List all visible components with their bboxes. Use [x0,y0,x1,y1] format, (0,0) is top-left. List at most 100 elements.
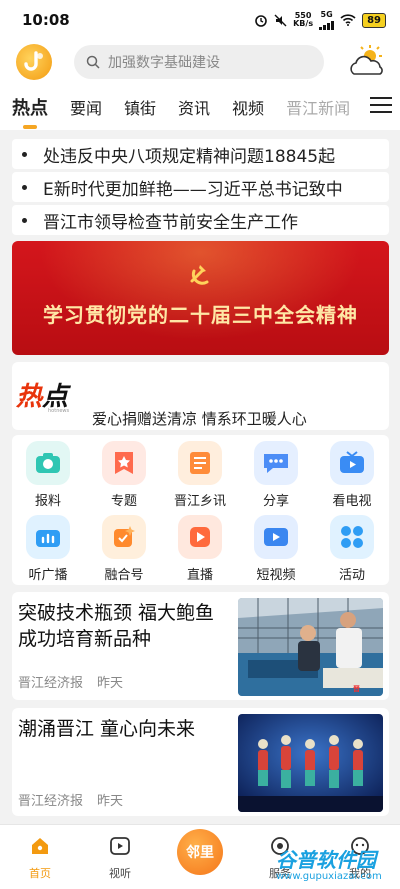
menu-icon[interactable] [370,97,392,117]
tab-hot[interactable]: 热点 [12,94,48,120]
nav-label: 首页 [29,867,51,880]
net-speed-unit: KB/s [293,19,314,28]
tv-icon [330,441,374,485]
grid-item-topics[interactable]: 专题 [94,441,154,509]
play-icon [110,837,130,855]
feature-grid: 报料 专题 晋江乡讯 分享 看电视 听广播 融合号 直播 短视频 活动 [12,435,389,585]
tab-jinjiang-news[interactable]: 晋江新闻 [286,95,350,119]
grid-label: 融合号 [104,568,144,583]
category-tabs: 热点 要闻 镇街 资讯 视频 晋江新闻 [0,84,400,130]
nav-media[interactable]: 视听 [90,835,150,881]
hot-logo-sub: hotnews [48,408,70,414]
mute-icon [274,14,287,26]
star-badge-icon [102,441,146,485]
grid-label: 听广播 [28,568,68,583]
article-card[interactable]: 潮涌晋江 童心向未来 晋江经济报 昨天 [12,708,389,816]
tab-info[interactable]: 资讯 [178,95,210,119]
ticker-text: 处违反中央八项规定精神问题18845起 [43,146,336,167]
grid-label: 活动 [338,568,365,583]
wifi-icon [340,14,356,26]
ticker-item[interactable]: 晋江市领导检查节前安全生产工作 [12,205,389,235]
battery-icon: 89 [362,12,386,28]
grid-item-watch-tv[interactable]: 看电视 [322,441,382,509]
ticker-item[interactable]: 处违反中央八项规定精神问题18845起 [12,139,389,169]
grid-item-report[interactable]: 报料 [18,441,78,509]
grid-label: 分享 [262,494,289,509]
bullet-icon [22,217,27,223]
live-icon [178,515,222,559]
ticker-text: 晋江市领导检查节前安全生产工作 [43,212,298,233]
search-icon [86,55,100,69]
article-meta: 晋江经济报 昨天 [18,672,123,691]
watermark-title: 谷普软件园 [276,848,376,872]
banner-title: 学习贯彻党的二十届三中全会精神 [43,303,358,327]
tab-video[interactable]: 视频 [232,95,264,119]
grid-item-radio[interactable]: 听广播 [18,515,78,583]
search-placeholder: 加强数字基础建设 [108,55,220,71]
signal-indicator: 5G [319,9,335,30]
svg-text:晋: 晋 [353,684,360,693]
article-thumbnail [238,714,383,812]
status-bar: 10:08 550 KB/s 5G 89 [0,0,400,40]
article-source: 晋江经济报 [18,676,84,691]
sun-cloud-icon[interactable] [348,44,386,80]
article-title: 潮涌晋江 童心向未来 [18,718,196,740]
camera-icon [26,441,70,485]
grid-item-short-video[interactable]: 短视频 [246,515,306,583]
app-logo-icon[interactable] [16,44,52,80]
ticker-text: E新时代更加鲜艳——习近平总书记致中 [43,179,343,200]
nav-label: 邻里 [186,845,214,861]
news-icon [178,441,222,485]
net-speed: 550 KB/s [293,12,313,28]
video-icon [254,515,298,559]
grid-label: 晋江乡讯 [173,494,226,509]
party-emblem-icon [190,265,209,285]
grid-item-activities[interactable]: 活动 [322,515,382,583]
home-icon [32,838,48,854]
chat-icon [254,441,298,485]
watermark-url: www.gupuxiazai.com [276,871,382,882]
app-screen: 10:08 550 KB/s 5G 89 加强数字基础建设 热点 要闻 镇街 资… [0,0,400,889]
article-thumbnail: 晋 [238,598,383,696]
clock: 10:08 [22,11,70,29]
nav-home[interactable]: 首页 [10,835,70,881]
grid-label: 短视频 [256,568,296,583]
activity-icon [330,515,374,559]
grid-label: 专题 [110,494,137,509]
banner-glow [12,241,389,355]
app-header: 加强数字基础建设 [0,40,400,84]
hot-news-card[interactable]: 热点 hotnews 爱心捐赠送清凉 情系环卫暖人心 [12,362,389,430]
logo-mark [24,51,43,71]
alarm-icon [255,15,267,27]
grid-label: 直播 [186,568,213,583]
search-input[interactable]: 加强数字基础建设 [74,45,324,79]
tab-towns[interactable]: 镇街 [124,95,156,119]
promo-banner[interactable]: 学习贯彻党的二十届三中全会精神 [12,241,389,355]
grid-item-local-news[interactable]: 晋江乡讯 [170,441,230,509]
hot-logo-main: 热 [16,382,43,412]
status-icons: 550 KB/s 5G 89 [254,9,386,30]
site-watermark: 谷普软件园 www.gupuxiazai.com [276,849,398,887]
article-meta: 晋江经济报 昨天 [18,790,123,809]
bullet-icon [22,151,27,157]
grid-label: 报料 [34,494,61,509]
bottom-navigation: 首页 视听 邻里 服务 我的 谷普软件园 www.gupuxiazai.com [0,824,400,889]
bullet-icon [22,184,27,190]
article-card[interactable]: 突破技术瓶颈 福大鲍鱼成功培育新品种 晋江经济报 昨天 晋 [12,592,389,700]
article-source: 晋江经济报 [18,794,84,809]
grid-item-live[interactable]: 直播 [170,515,230,583]
grid-item-share[interactable]: 分享 [246,441,306,509]
article-title: 突破技术瓶颈 福大鲍鱼成功培育新品种 [18,602,215,650]
article-time: 昨天 [97,794,124,809]
signal-icon [319,19,335,30]
hot-news-headline: 爱心捐赠送清凉 情系环卫暖人心 [92,410,307,428]
grid-label: 看电视 [332,494,372,509]
tab-headlines[interactable]: 要闻 [70,95,102,119]
grid-item-media-accounts[interactable]: 融合号 [94,515,154,583]
radio-icon [26,515,70,559]
signal-label: 5G [320,9,333,19]
sparkle-icon [102,515,146,559]
nav-label: 视听 [109,867,131,880]
neighbor-icon[interactable]: 邻里 [177,829,223,875]
ticker-item[interactable]: E新时代更加鲜艳——习近平总书记致中 [12,172,389,202]
